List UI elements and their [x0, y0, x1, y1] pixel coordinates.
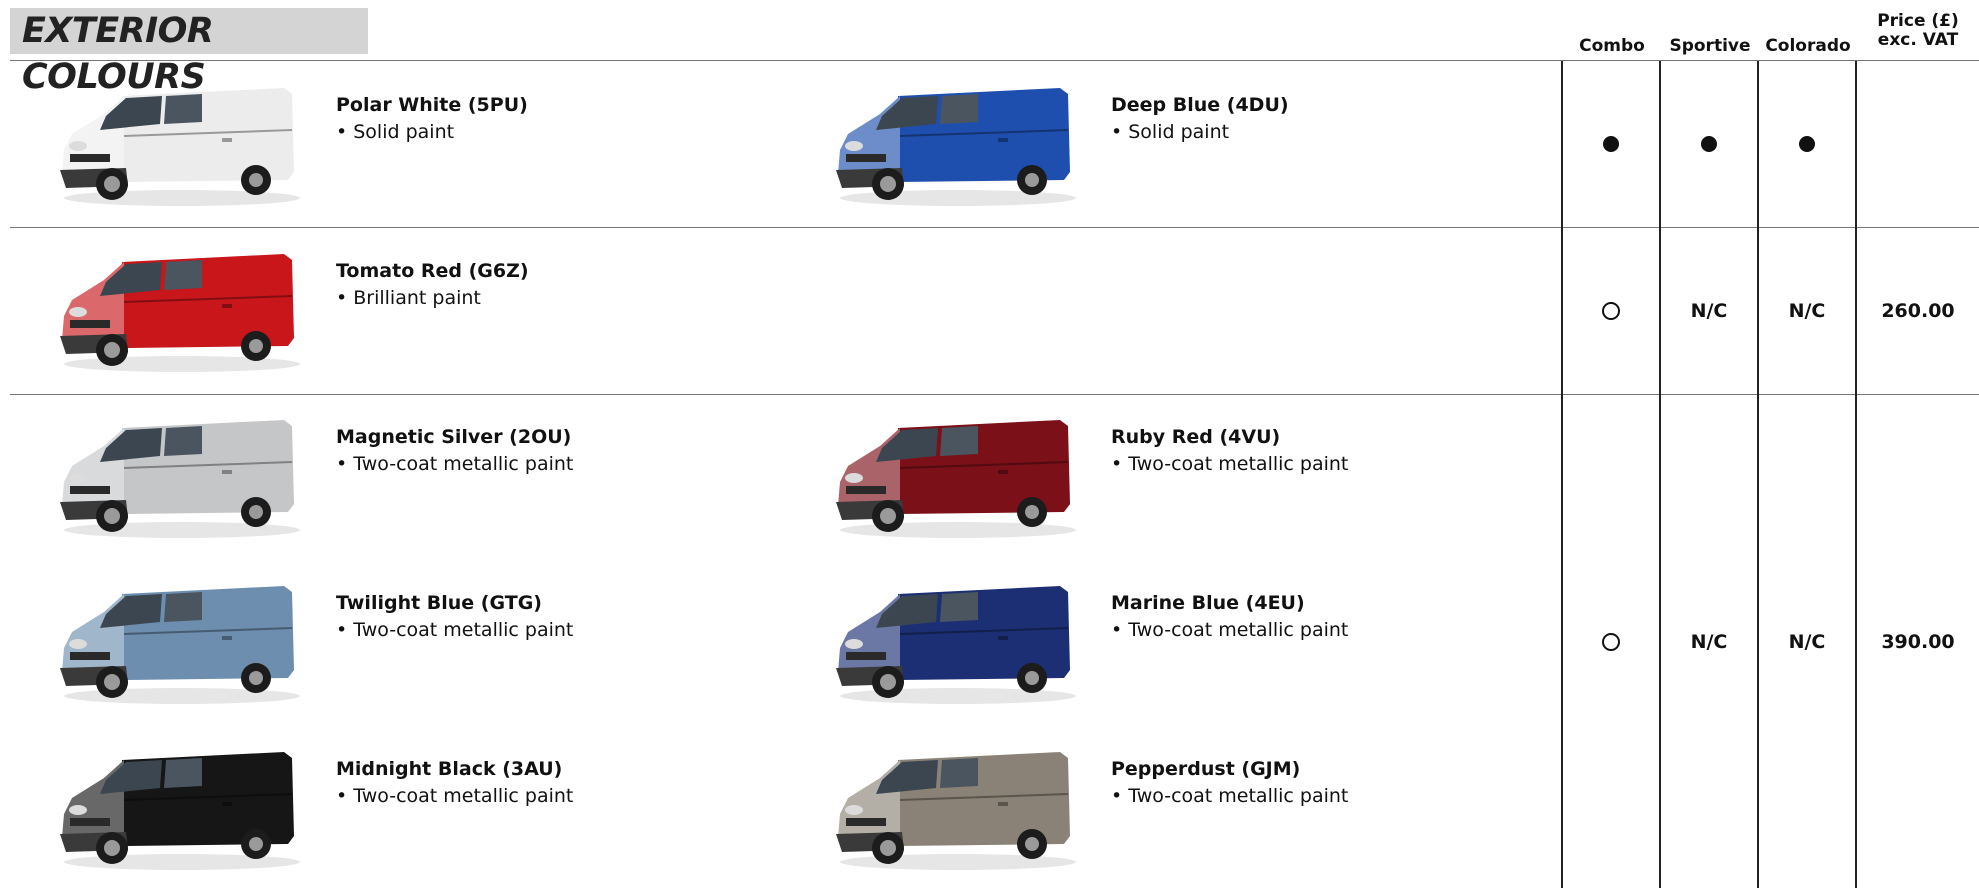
colour-name: Tomato Red (G6Z)	[336, 260, 529, 282]
availability-colorado	[1759, 61, 1855, 227]
van-icon	[60, 752, 300, 870]
price-header-line1: Price (£)	[1877, 11, 1959, 31]
colour-name: Marine Blue (4EU)	[1111, 592, 1305, 614]
price-cell	[1857, 61, 1979, 227]
availability-colorado: N/C	[1788, 630, 1826, 653]
van-icon	[836, 752, 1076, 870]
price-cell: 260.00	[1881, 300, 1955, 322]
price-cell: 390.00	[1881, 630, 1955, 653]
price-header-line2: exc. VAT	[1877, 30, 1959, 50]
colour-label: Pepperdust (GJM) • Two-coat metallic pai…	[1111, 756, 1348, 810]
van-image-marine-blue	[828, 572, 1084, 706]
colour-label: Twilight Blue (GTG) • Two-coat metallic …	[336, 590, 573, 644]
van-icon	[836, 88, 1076, 206]
colour-name: Magnetic Silver (2OU)	[336, 426, 572, 448]
van-image-magnetic-silver	[52, 406, 308, 540]
column-header-price: Price (£) exc. VAT	[1868, 12, 1968, 50]
availability-combo	[1563, 228, 1659, 394]
colour-paint-type: • Two-coat metallic paint	[1111, 785, 1349, 807]
availability-sportive: N/C	[1690, 300, 1728, 322]
colour-name: Twilight Blue (GTG)	[336, 592, 542, 614]
van-icon	[60, 586, 300, 704]
option-circle-icon	[1602, 302, 1620, 320]
van-image-midnight-black	[52, 738, 308, 872]
availability-sportive: N/C	[1690, 630, 1728, 653]
van-image-deep-blue	[828, 74, 1084, 208]
van-image-ruby-red	[828, 406, 1084, 540]
availability-colorado: N/C	[1788, 300, 1826, 322]
availability-combo	[1563, 61, 1659, 227]
colour-paint-type: • Two-coat metallic paint	[336, 785, 574, 807]
colour-name: Midnight Black (3AU)	[336, 758, 563, 780]
van-icon	[60, 420, 300, 538]
colour-label: Polar White (5PU) • Solid paint	[336, 92, 528, 146]
colour-name: Ruby Red (4VU)	[1111, 426, 1281, 448]
colour-paint-type: • Two-coat metallic paint	[336, 453, 574, 475]
availability-combo	[1563, 395, 1659, 888]
availability-sportive	[1661, 61, 1757, 227]
colour-paint-type: • Two-coat metallic paint	[336, 619, 574, 641]
colour-label: Tomato Red (G6Z) • Brilliant paint	[336, 258, 529, 312]
column-header-colorado: Colorado	[1765, 36, 1851, 56]
van-icon	[60, 88, 300, 206]
colour-label: Marine Blue (4EU) • Two-coat metallic pa…	[1111, 590, 1348, 644]
colour-label: Midnight Black (3AU) • Two-coat metallic…	[336, 756, 573, 810]
colour-paint-type: • Two-coat metallic paint	[1111, 619, 1349, 641]
colour-name: Deep Blue (4DU)	[1111, 94, 1289, 116]
van-image-polar-white	[52, 74, 308, 208]
standard-dot-icon	[1799, 136, 1815, 152]
title-banner: EXTERIOR COLOURS	[10, 8, 368, 97]
colour-name: Polar White (5PU)	[336, 94, 528, 116]
column-header-sportive: Sportive	[1669, 36, 1751, 56]
colour-label: Deep Blue (4DU) • Solid paint	[1111, 92, 1289, 146]
van-image-twilight-blue	[52, 572, 308, 706]
van-image-tomato-red	[52, 240, 308, 374]
column-header-combo: Combo	[1579, 36, 1645, 56]
standard-dot-icon	[1701, 136, 1717, 152]
option-circle-icon	[1602, 632, 1620, 651]
colour-paint-type: • Solid paint	[336, 121, 455, 143]
colour-name: Pepperdust (GJM)	[1111, 758, 1301, 780]
colour-paint-type: • Brilliant paint	[336, 287, 481, 309]
van-icon	[836, 420, 1076, 538]
standard-dot-icon	[1603, 136, 1619, 152]
van-icon	[836, 586, 1076, 704]
van-image-pepperdust	[828, 738, 1084, 872]
colour-label: Ruby Red (4VU) • Two-coat metallic paint	[1111, 424, 1348, 478]
colour-label: Magnetic Silver (2OU) • Two-coat metalli…	[336, 424, 573, 478]
van-icon	[60, 254, 300, 372]
colour-paint-type: • Two-coat metallic paint	[1111, 453, 1349, 475]
colour-paint-type: • Solid paint	[1111, 121, 1230, 143]
